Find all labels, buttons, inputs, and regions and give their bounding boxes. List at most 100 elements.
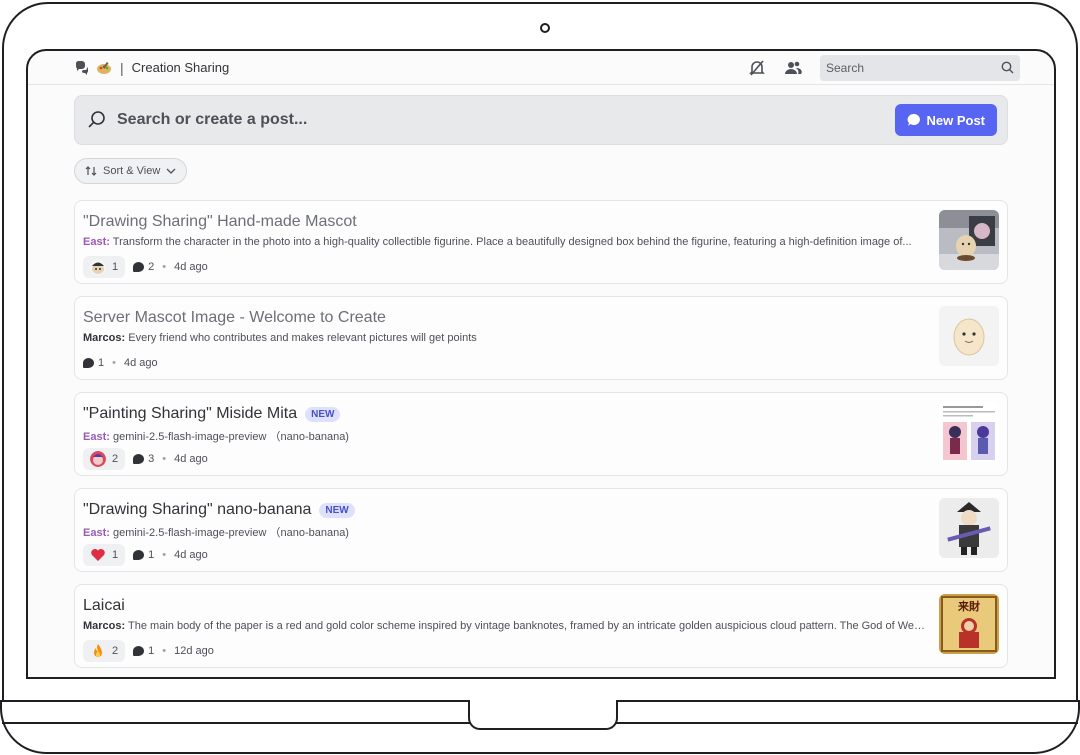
post-author: East: [83,431,110,443]
post-preview-text: Transform the character in the photo int… [112,236,912,248]
post-preview-text: The main body of the paper is a red and … [128,620,927,632]
meta-separator: • [162,645,167,657]
post-search-placeholder: Search or create a post... [117,111,308,128]
palette-icon [97,61,111,74]
comment-count: 1 [133,549,154,561]
header-search-input[interactable]: Search [820,54,1020,81]
comment-icon [133,550,145,560]
post-card[interactable]: Server Mascot Image - Welcome to Create … [74,296,1008,380]
search-icon [1001,61,1014,74]
reaction-button[interactable]: 1 [83,256,126,278]
post-title: "Drawing Sharing" Hand-made Mascot [83,213,357,230]
sort-view-label: Sort & View [103,165,161,177]
comment-count: 3 [133,453,154,465]
figurine-thumbnail [939,210,999,270]
new-badge: NEW [305,406,341,422]
chevron-down-icon [166,168,176,174]
reaction-button[interactable]: 2 [83,640,126,662]
mascot-thumbnail [939,306,999,366]
comment-count-value: 1 [148,549,155,561]
post-title: Laicai [83,597,125,614]
post-time: 4d ago [174,549,208,561]
post-card[interactable]: "Drawing Sharing" Hand-made Mascot East:… [74,200,1008,284]
post-time: 4d ago [174,261,208,273]
laptop-base [0,700,1080,754]
title-divider: | [120,59,124,76]
reaction-count: 1 [112,261,119,273]
painting-thumbnail [939,402,999,462]
post-thumbnail[interactable]: 来財 [939,594,999,654]
comment-count: 2 [133,261,154,273]
search-icon [88,111,105,128]
members-icon[interactable] [784,59,802,77]
banknote-thumbnail: 来財 [939,594,999,654]
post-time: 4d ago [174,453,208,465]
post-search-bar[interactable]: Search or create a post... New Post [74,95,1008,145]
comment-icon [83,358,94,368]
comment-icon [133,454,145,464]
new-post-label: New Post [926,112,985,128]
comment-count: 1 [133,645,154,657]
notification-muted-icon[interactable] [748,59,766,77]
character-emoji-icon [90,451,106,467]
meta-separator: • [162,549,167,561]
channel-header: | Creation Sharing Search [28,51,1054,85]
comment-count-value: 2 [148,261,155,273]
post-title: Server Mascot Image - Welcome to Create [83,309,386,326]
meta-separator: • [162,453,167,465]
post-author: Marcos: [83,332,126,344]
meta-separator: • [162,261,167,273]
new-badge: NEW [319,502,355,518]
post-time: 12d ago [174,645,214,657]
reaction-button[interactable]: 1 [83,544,126,566]
camera-icon [540,23,550,33]
post-card[interactable]: "Drawing Sharing" nano-banana NEW East: … [74,488,1008,572]
header-search-placeholder: Search [826,60,865,75]
comment-count-value: 1 [98,357,105,369]
warrior-thumbnail [939,498,999,558]
reaction-count: 2 [112,645,119,657]
new-post-button[interactable]: New Post [895,104,997,136]
sort-view-button[interactable]: Sort & View [74,158,188,184]
reaction-count: 2 [112,453,119,465]
post-title: "Drawing Sharing" nano-banana [83,501,312,518]
post-thumbnail[interactable] [939,498,999,558]
post-title: "Painting Sharing" Miside Mita [83,405,298,422]
reaction-button[interactable]: 2 [83,448,126,470]
meta-separator: • [112,357,116,369]
post-author: Marcos: [83,620,126,632]
post-card[interactable]: Laicai Marcos: The main body of the pape… [74,584,1008,668]
post-time: 4d ago [123,357,158,369]
comment-icon [133,646,145,656]
sort-icon [85,166,97,176]
app-window: | Creation Sharing Search Search or crea… [26,49,1056,679]
mascot-emoji-icon [90,259,106,275]
heart-emoji-icon [91,549,105,561]
post-list: "Drawing Sharing" Hand-made Mascot East:… [74,200,1008,677]
fire-emoji-icon [94,644,102,657]
comment-icon [133,262,145,272]
post-preview-text: gemini-2.5-flash-image-preview （nano-ban… [112,431,349,443]
post-thumbnail[interactable] [939,306,999,366]
post-author: East: [83,527,110,539]
trackpad-notch [468,700,618,730]
forum-channel-icon [75,60,89,75]
post-preview: East: gemini-2.5-flash-image-preview （na… [83,524,927,539]
post-preview: East: Transform the character in the pho… [83,236,927,251]
chat-bubble-icon [908,113,921,126]
post-thumbnail[interactable] [939,402,999,462]
comment-count-value: 3 [148,453,155,465]
post-preview: Marcos: Every friend who contributes and… [83,332,927,347]
post-thumbnail[interactable] [939,210,999,270]
post-card[interactable]: "Painting Sharing" Miside Mita NEW East:… [74,392,1008,476]
reaction-count: 1 [112,549,119,561]
post-preview: East: gemini-2.5-flash-image-preview （na… [83,428,927,443]
thumbnail-caption: 来財 [957,599,980,613]
post-author: East: [83,236,110,248]
post-preview-text: gemini-2.5-flash-image-preview （nano-ban… [112,527,349,539]
comment-count-value: 1 [148,645,155,657]
comment-count: 1 [83,357,104,369]
post-preview: Marcos: The main body of the paper is a … [83,620,927,635]
post-preview-text: Every friend who contributes and makes r… [128,332,477,344]
channel-name: Creation Sharing [131,60,230,75]
